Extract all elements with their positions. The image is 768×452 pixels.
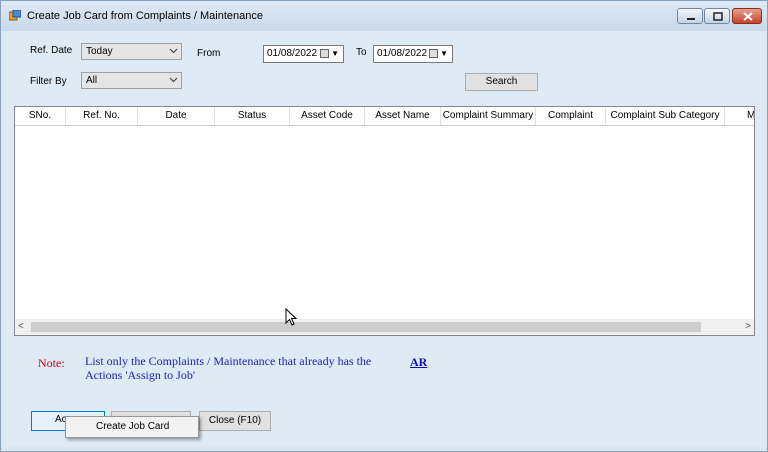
context-menu: Create Job Card <box>65 416 199 438</box>
search-button[interactable]: Search <box>465 73 538 91</box>
app-window: Create Job Card from Complaints / Mainte… <box>0 0 768 452</box>
menu-item-create-job-card[interactable]: Create Job Card <box>96 421 169 432</box>
ref-date-value: Today <box>86 46 113 57</box>
column-header-status[interactable]: Status <box>215 107 290 125</box>
minimize-icon <box>687 18 695 20</box>
horizontal-scrollbar[interactable]: < > <box>15 319 754 335</box>
ref-date-select[interactable]: Today <box>81 43 182 60</box>
filter-by-value: All <box>86 75 98 86</box>
grid-header: SNo. Ref. No. Date Status Asset Code Ass… <box>15 107 754 126</box>
column-header-asset-name[interactable]: Asset Name <box>365 107 441 125</box>
dropdown-arrow-icon: ▼ <box>440 49 448 58</box>
mouse-cursor-icon <box>285 308 297 326</box>
form-body: Ref. Date Today From 01/08/2022 ▼ To 01/… <box>6 31 762 446</box>
column-header-date[interactable]: Date <box>138 107 215 125</box>
calendar-icon <box>429 49 438 58</box>
maximize-icon <box>713 12 723 21</box>
minimize-button[interactable] <box>677 8 703 24</box>
to-date-value: 01/08/2022 <box>377 48 428 59</box>
from-date-value: 01/08/2022 <box>267 48 318 59</box>
note-text: List only the Complaints / Maintenance t… <box>85 354 372 382</box>
scroll-right-icon[interactable]: > <box>745 321 751 332</box>
note-label: Note: <box>38 356 65 370</box>
column-header-sno[interactable]: SNo. <box>15 107 66 125</box>
to-date-picker[interactable]: 01/08/2022 ▼ <box>373 45 453 63</box>
dropdown-arrow-icon: ▼ <box>331 49 339 58</box>
app-icon <box>9 10 21 21</box>
close-icon <box>743 12 753 21</box>
column-header-complaint-summary[interactable]: Complaint Summary <box>441 107 536 125</box>
column-header-complaint[interactable]: Complaint <box>536 107 606 125</box>
maximize-button[interactable] <box>704 8 730 24</box>
title-bar: Create Job Card from Complaints / Mainte… <box>1 1 767 31</box>
close-window-button[interactable] <box>732 8 762 24</box>
scroll-left-icon[interactable]: < <box>18 321 24 332</box>
calendar-icon <box>320 49 329 58</box>
from-label: From <box>197 48 221 59</box>
column-header-m[interactable]: M <box>725 107 754 125</box>
window-title: Create Job Card from Complaints / Mainte… <box>27 10 263 22</box>
column-header-complaint-sub-category[interactable]: Complaint Sub Category <box>606 107 725 125</box>
filter-by-select[interactable]: All <box>81 72 182 89</box>
to-label: To <box>356 47 367 58</box>
complaints-grid[interactable]: SNo. Ref. No. Date Status Asset Code Ass… <box>14 106 755 336</box>
scrollbar-thumb[interactable] <box>31 322 701 332</box>
close-button[interactable]: Close (F10) <box>199 411 271 431</box>
ar-link[interactable]: AR <box>410 355 427 370</box>
chevron-down-icon <box>169 77 178 83</box>
ref-date-label: Ref. Date <box>30 45 73 56</box>
column-header-ref-no[interactable]: Ref. No. <box>66 107 138 125</box>
filter-by-label: Filter By <box>30 76 67 87</box>
from-date-picker[interactable]: 01/08/2022 ▼ <box>263 45 344 63</box>
column-header-asset-code[interactable]: Asset Code <box>290 107 365 125</box>
chevron-down-icon <box>169 48 178 54</box>
